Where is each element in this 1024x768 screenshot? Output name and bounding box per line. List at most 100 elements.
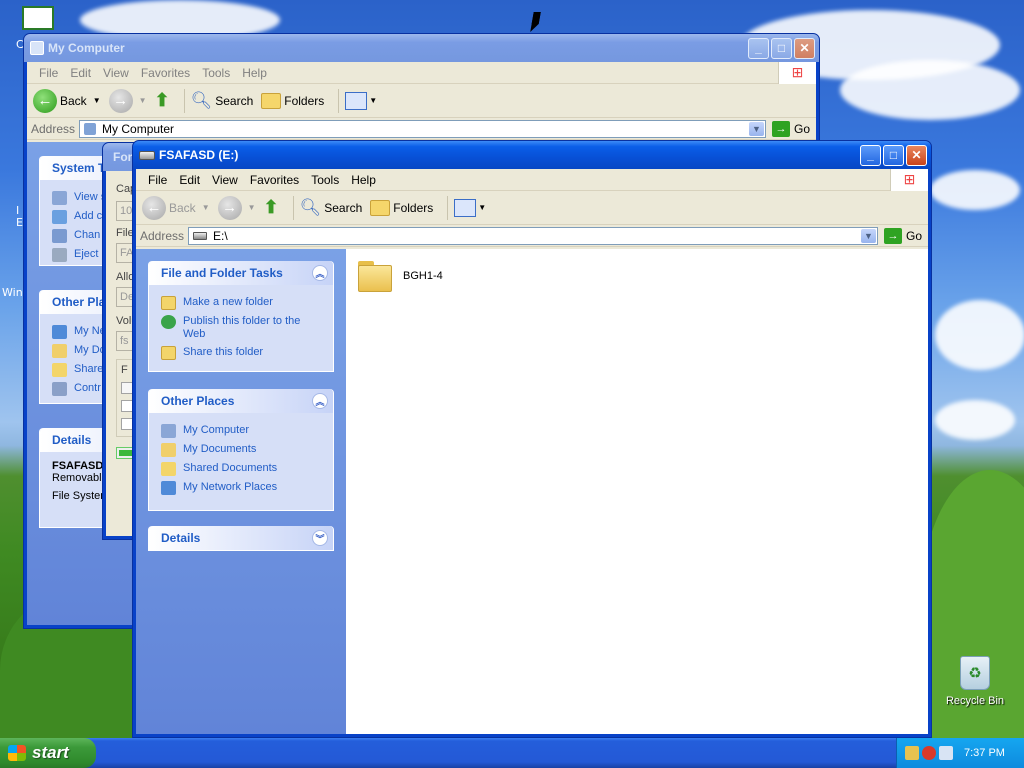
search-button[interactable]: 🔍︎ Search bbox=[191, 91, 254, 111]
toolbar-separator bbox=[338, 88, 340, 113]
shared-folder-icon bbox=[161, 462, 176, 476]
place-my-computer[interactable]: My Computer bbox=[161, 424, 323, 438]
go-arrow-icon: → bbox=[883, 227, 902, 244]
menu-file[interactable]: File bbox=[142, 171, 173, 189]
sky-cloud bbox=[935, 400, 1015, 440]
details-box: Details ︾ bbox=[148, 526, 334, 551]
views-icon bbox=[345, 91, 368, 110]
place-my-documents[interactable]: My Documents bbox=[161, 443, 323, 457]
menu-tools[interactable]: Tools bbox=[305, 171, 345, 189]
start-button[interactable]: start bbox=[0, 738, 96, 768]
toolbar-separator bbox=[183, 88, 185, 113]
file-list[interactable]: BGH1-4 bbox=[346, 249, 928, 734]
forward-button[interactable]: → ▼ bbox=[108, 88, 147, 113]
close-button[interactable]: ✕ bbox=[794, 37, 815, 59]
other-places-box: Other Places ︽ My Computer My Documents S… bbox=[148, 389, 334, 511]
safely-remove-icon[interactable] bbox=[905, 746, 919, 760]
place-my-network-places[interactable]: My Network Places bbox=[161, 481, 323, 495]
drive-window[interactable]: FSAFASD (E:) _ □ ✕ File Edit View Favori… bbox=[132, 140, 932, 738]
windows-flag-icon bbox=[8, 745, 26, 761]
minimize-button[interactable]: _ bbox=[748, 37, 769, 59]
address-label: Address bbox=[31, 121, 76, 136]
go-button[interactable]: → Go bbox=[771, 120, 810, 137]
address-bar: Address E:\ ▼ → Go bbox=[136, 225, 928, 247]
details-header[interactable]: Details ︾ bbox=[149, 526, 333, 550]
control-panel-icon bbox=[52, 229, 67, 243]
back-button[interactable]: ← Back ▼ bbox=[142, 195, 210, 220]
back-arrow-icon: ← bbox=[33, 88, 57, 113]
search-button[interactable]: 🔍︎ Search bbox=[300, 198, 363, 218]
volume-icon[interactable] bbox=[939, 746, 953, 760]
go-button[interactable]: → Go bbox=[883, 227, 922, 244]
menu-bar: File Edit View Favorites Tools Help ⊞ bbox=[136, 168, 928, 191]
documents-icon bbox=[52, 344, 67, 358]
address-input[interactable]: My Computer ▼ bbox=[79, 119, 766, 138]
expand-chevron-icon[interactable]: ︾ bbox=[312, 530, 328, 546]
menu-edit[interactable]: Edit bbox=[64, 64, 97, 82]
menu-help[interactable]: Help bbox=[345, 171, 382, 189]
up-button[interactable]: ⬆ bbox=[264, 197, 279, 218]
address-value: E:\ bbox=[213, 228, 228, 243]
minimize-button[interactable]: _ bbox=[860, 144, 881, 166]
menu-favorites[interactable]: Favorites bbox=[244, 171, 305, 189]
menu-help[interactable]: Help bbox=[236, 64, 273, 82]
views-button[interactable]: ▼ bbox=[454, 198, 486, 217]
back-arrow-icon: ← bbox=[142, 195, 166, 220]
task-make-new-folder[interactable]: Make a new folder bbox=[161, 296, 323, 310]
sky-cloud bbox=[935, 300, 1024, 370]
maximize-button[interactable]: □ bbox=[771, 37, 792, 59]
back-button[interactable]: ← Back ▼ bbox=[33, 88, 101, 113]
my-computer-titlebar[interactable]: My Computer _ □ ✕ bbox=[24, 34, 819, 62]
clock[interactable]: 7:37 PM bbox=[964, 747, 1005, 759]
address-dropdown-icon[interactable]: ▼ bbox=[748, 121, 764, 136]
file-folder-tasks-header[interactable]: File and Folder Tasks ︽ bbox=[149, 261, 333, 285]
new-folder-icon bbox=[161, 296, 176, 310]
shared-folder-icon bbox=[52, 363, 67, 377]
file-folder-tasks-box: File and Folder Tasks ︽ Make a new folder… bbox=[148, 261, 334, 372]
menu-view[interactable]: View bbox=[97, 64, 135, 82]
folders-button[interactable]: Folders bbox=[370, 199, 433, 216]
menu-bar: File Edit View Favorites Tools Help ⊞ bbox=[27, 61, 816, 84]
other-places-header[interactable]: Other Places ︽ bbox=[149, 389, 333, 413]
drive-window-titlebar[interactable]: FSAFASD (E:) _ □ ✕ bbox=[133, 141, 931, 169]
place-shared-documents[interactable]: Shared Documents bbox=[161, 462, 323, 476]
address-input[interactable]: E:\ ▼ bbox=[188, 226, 878, 245]
task-share-folder[interactable]: Share this folder bbox=[161, 346, 323, 360]
close-button[interactable]: ✕ bbox=[906, 144, 927, 166]
search-icon: 🔍︎ bbox=[299, 197, 322, 217]
address-value: My Computer bbox=[102, 121, 175, 136]
task-publish-web[interactable]: Publish this folder to the Web bbox=[161, 315, 323, 341]
network-icon bbox=[161, 481, 176, 495]
menu-edit[interactable]: Edit bbox=[173, 171, 206, 189]
folder-item[interactable]: BGH1-4 bbox=[356, 259, 443, 293]
desktop-icon-partial[interactable] bbox=[22, 6, 54, 30]
menu-view[interactable]: View bbox=[206, 171, 244, 189]
views-icon bbox=[454, 198, 477, 217]
windows-logo-icon: ⊞ bbox=[778, 61, 816, 84]
menu-file[interactable]: File bbox=[33, 64, 64, 82]
recycle-bin[interactable]: ♻ Recycle Bin bbox=[940, 656, 1010, 707]
taskbar: start 7:37 PM bbox=[0, 738, 1024, 768]
menu-favorites[interactable]: Favorites bbox=[135, 64, 196, 82]
address-bar: Address My Computer ▼ → Go bbox=[27, 118, 816, 140]
toolbar: ← Back ▼ → ▼ ⬆ 🔍︎ Search Folders ▼ bbox=[27, 84, 816, 118]
system-tray: 7:37 PM bbox=[896, 738, 1024, 768]
address-dropdown-icon[interactable]: ▼ bbox=[860, 228, 876, 243]
search-icon: 🔍︎ bbox=[190, 90, 213, 110]
collapse-chevron-icon[interactable]: ︽ bbox=[312, 393, 328, 409]
menu-tools[interactable]: Tools bbox=[196, 64, 236, 82]
sky-cloud bbox=[930, 170, 1020, 210]
collapse-chevron-icon[interactable]: ︽ bbox=[312, 265, 328, 281]
forward-arrow-icon: → bbox=[108, 88, 133, 113]
desktop-label-fragment: E bbox=[16, 216, 23, 229]
window-title: My Computer bbox=[48, 41, 125, 55]
computer-icon bbox=[84, 122, 97, 135]
maximize-button[interactable]: □ bbox=[883, 144, 904, 166]
folders-button[interactable]: Folders bbox=[261, 92, 324, 109]
forward-button[interactable]: → ▼ bbox=[217, 195, 256, 220]
control-panel-icon bbox=[52, 382, 67, 396]
security-alert-icon[interactable] bbox=[922, 746, 936, 760]
documents-icon bbox=[161, 443, 176, 457]
up-button[interactable]: ⬆ bbox=[155, 90, 170, 111]
views-button[interactable]: ▼ bbox=[345, 91, 377, 110]
